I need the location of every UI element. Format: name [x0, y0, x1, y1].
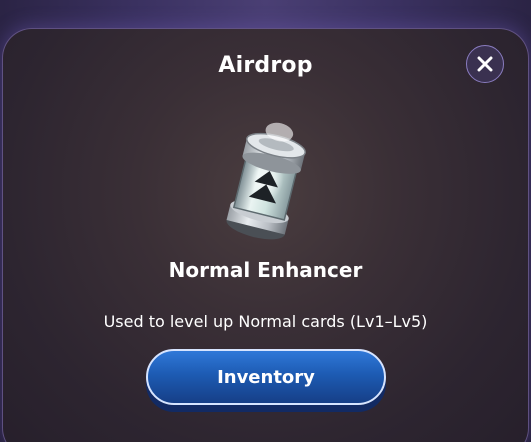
inventory-button-label: Inventory — [217, 366, 315, 388]
close-button[interactable] — [466, 45, 504, 83]
item-description: Used to level up Normal cards (Lv1–Lv5) — [103, 312, 428, 331]
close-icon — [477, 56, 493, 72]
inventory-button[interactable]: Inventory — [146, 349, 386, 405]
modal-title: Airdrop — [218, 53, 313, 78]
item-name: Normal Enhancer — [168, 258, 363, 282]
enhancer-canister-icon — [226, 122, 306, 240]
airdrop-modal: Airdrop Normal Enhancer Used to level up… — [2, 28, 529, 442]
